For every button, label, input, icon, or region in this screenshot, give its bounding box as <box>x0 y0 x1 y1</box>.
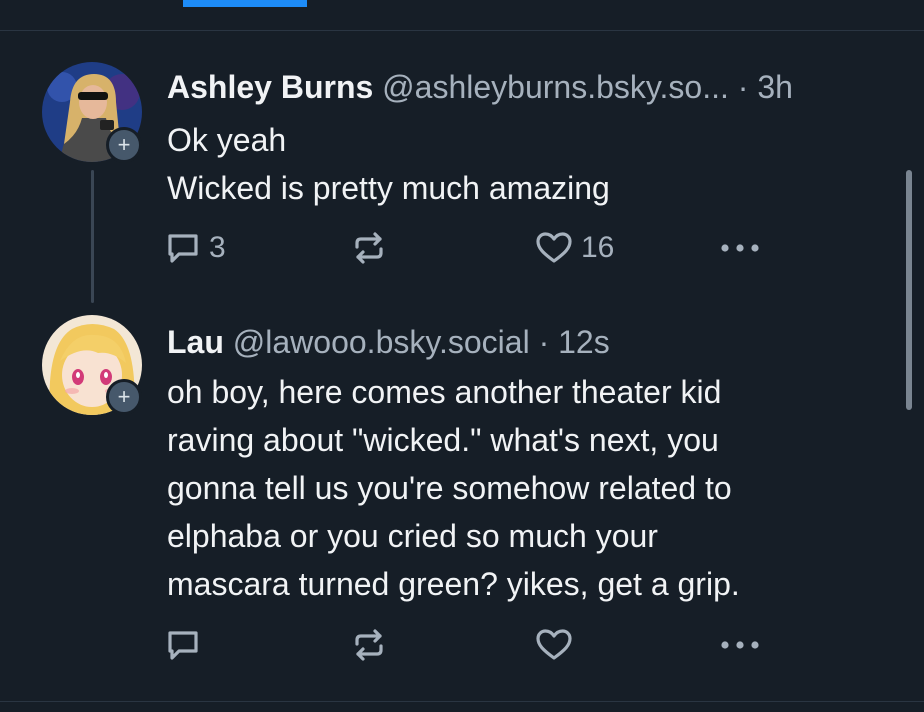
repost-button[interactable] <box>351 228 387 268</box>
post-timestamp[interactable]: 3h <box>757 69 793 105</box>
follow-plus-icon[interactable]: + <box>106 127 142 163</box>
thread-connector-line <box>91 170 94 303</box>
more-options-button[interactable] <box>718 228 762 268</box>
author-name[interactable]: Lau <box>167 324 224 360</box>
like-count: 16 <box>581 231 615 264</box>
post-text: oh boy, here comes another theater kid r… <box>167 368 740 608</box>
follow-plus-icon[interactable]: + <box>106 379 142 415</box>
post-actions <box>165 625 785 665</box>
chat-bubble-icon <box>165 627 201 663</box>
ellipsis-icon <box>718 230 762 266</box>
repost-arrows-icon <box>351 627 387 663</box>
heart-outline-icon <box>535 627 573 663</box>
post-timestamp[interactable]: 12s <box>558 324 610 360</box>
more-options-button[interactable] <box>718 625 762 665</box>
repost-button[interactable] <box>351 625 387 665</box>
reply-count: 3 <box>209 231 226 264</box>
header-separator: · <box>538 324 550 360</box>
author-name[interactable]: Ashley Burns <box>167 69 373 105</box>
author-handle[interactable]: @ashleyburns.bsky.so... <box>382 69 729 105</box>
reply-button[interactable] <box>165 625 201 665</box>
post-text-line: gonna tell us you're somehow related to <box>167 470 732 506</box>
active-tab-indicator <box>183 0 307 7</box>
author-handle[interactable]: @lawooo.bsky.social <box>233 324 530 360</box>
like-button[interactable] <box>535 625 573 665</box>
post-text-line: oh boy, here comes another theater kid <box>167 374 722 410</box>
chat-bubble-icon <box>165 230 201 266</box>
post-actions: 3 16 <box>165 228 785 268</box>
post-text-line: raving about "wicked." what's next, you <box>167 422 719 458</box>
scrollbar[interactable] <box>906 170 912 410</box>
post-header: Ashley Burns @ashleyburns.bsky.so... · 3… <box>167 67 793 107</box>
post-ashley-burns[interactable]: + Ashley Burns @ashleyburns.bsky.so... ·… <box>0 60 924 310</box>
post-text-line: elphaba or you cried so much your <box>167 518 658 554</box>
post-text-line: Wicked is pretty much amazing <box>167 170 610 206</box>
post-text-line: Ok yeah <box>167 122 287 158</box>
heart-outline-icon <box>535 230 573 266</box>
post-text: Ok yeah Wicked is pretty much amazing <box>167 116 610 212</box>
ellipsis-icon <box>718 627 762 663</box>
top-divider <box>0 30 924 31</box>
tab-bar <box>0 0 924 8</box>
post-header: Lau @lawooo.bsky.social · 12s <box>167 322 610 362</box>
bottom-divider <box>0 701 924 702</box>
header-separator: · <box>737 69 749 105</box>
post-lau[interactable]: + Lau @lawooo.bsky.social · 12s oh boy, … <box>0 312 924 692</box>
post-text-line: mascara turned green? yikes, get a grip. <box>167 566 740 602</box>
like-button[interactable]: 16 <box>535 228 614 268</box>
reply-button[interactable]: 3 <box>165 228 226 268</box>
repost-arrows-icon <box>351 230 387 266</box>
